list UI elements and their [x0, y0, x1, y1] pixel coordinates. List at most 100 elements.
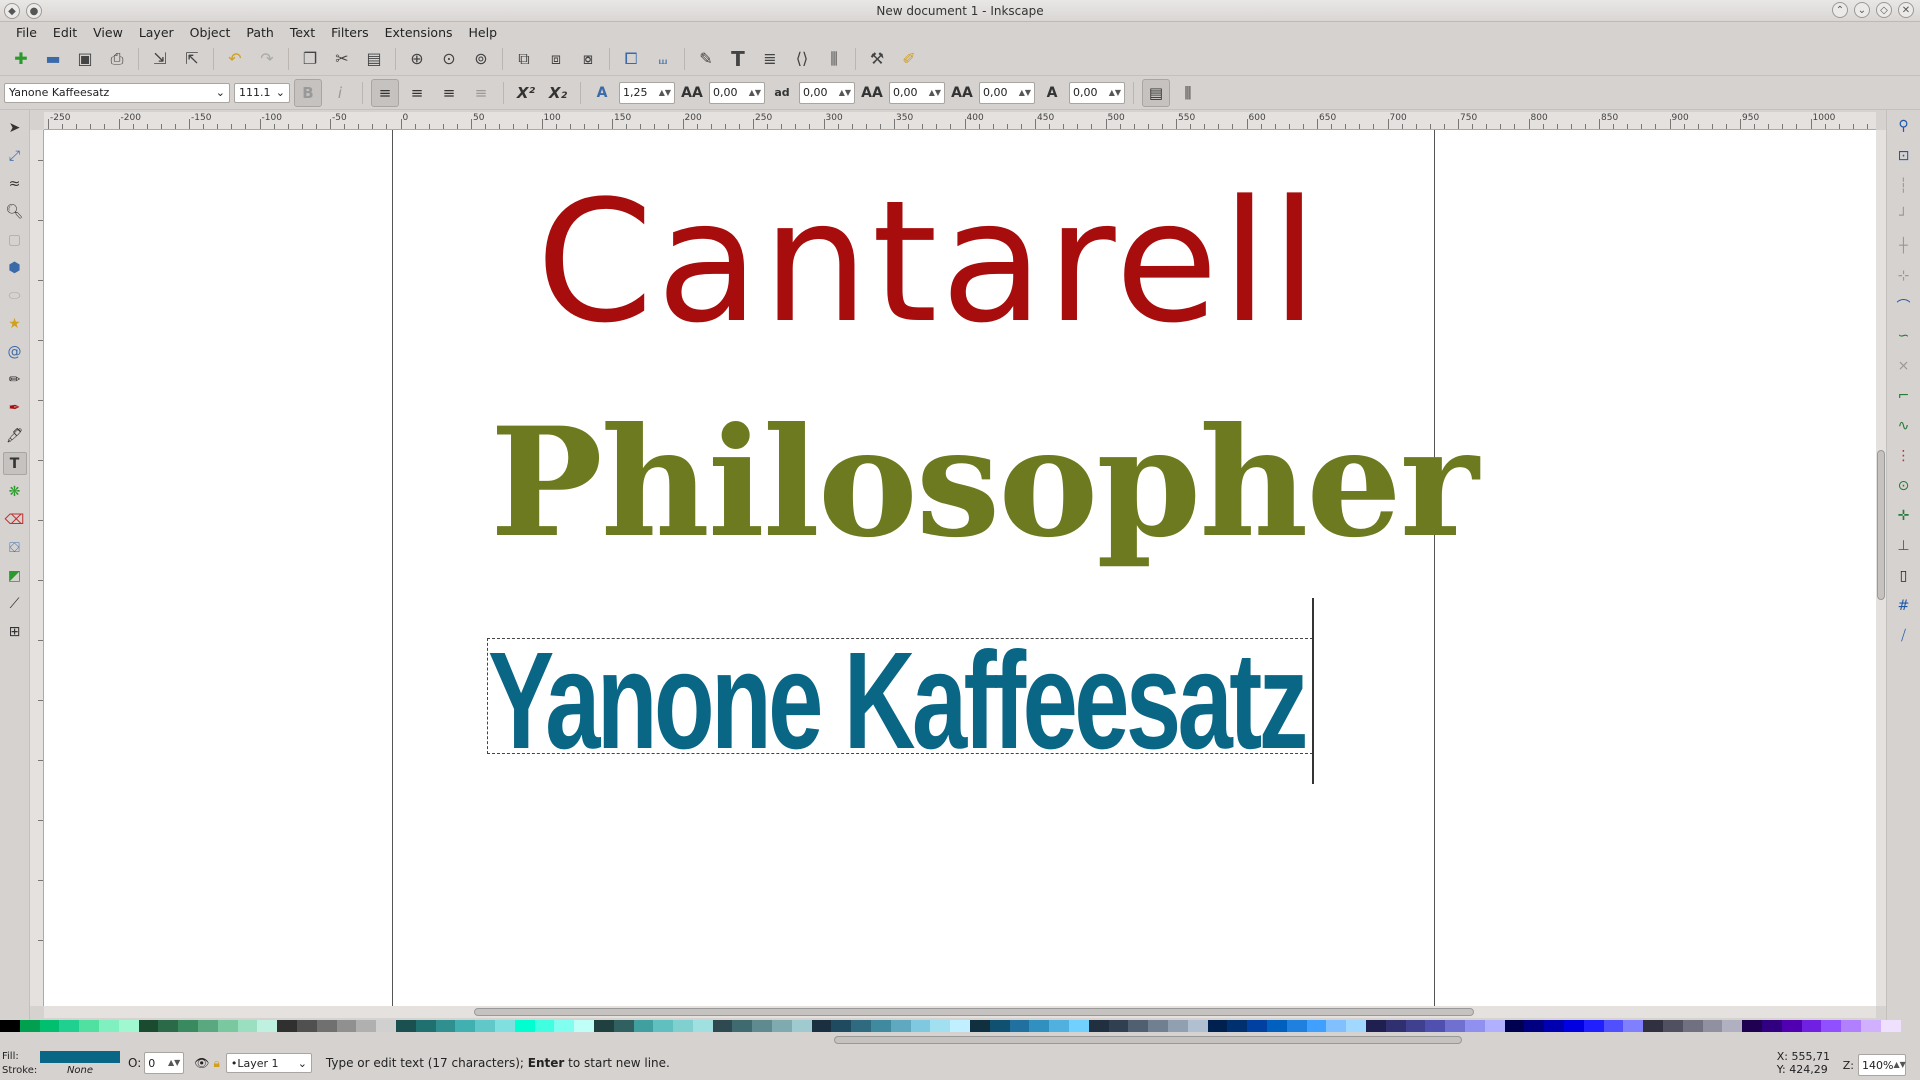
word-spacing-spinner[interactable]: 0,00 ▲▼	[799, 81, 855, 104]
align-right-button[interactable]: ≡	[435, 79, 463, 107]
group-icon[interactable]: ⧠	[616, 45, 646, 73]
align-distribute-icon[interactable]: ⫼	[819, 45, 849, 73]
palette-swatch[interactable]	[1662, 1020, 1683, 1032]
clone-icon[interactable]: ⧈	[541, 45, 571, 73]
menu-edit[interactable]: Edit	[45, 25, 85, 40]
menu-text[interactable]: Text	[282, 25, 323, 40]
fill-stroke-icon[interactable]: ✎	[691, 45, 721, 73]
palette-swatch[interactable]	[435, 1020, 456, 1032]
palette-swatch[interactable]	[1088, 1020, 1109, 1032]
calligraphy-tool-icon[interactable]: 🖋︎	[3, 424, 27, 447]
font-size-select[interactable]: 111.1 ⌄	[234, 82, 290, 103]
palette-swatch[interactable]	[1187, 1020, 1208, 1032]
palette-swatch[interactable]	[98, 1020, 119, 1032]
shade-icon[interactable]: ⌃	[1832, 2, 1848, 18]
palette-swatch[interactable]	[475, 1020, 495, 1032]
palette-swatch[interactable]	[1860, 1020, 1881, 1032]
kerning-spinner[interactable]: 0,00 ▲▼	[889, 81, 945, 104]
subscript-button[interactable]: X₂	[544, 79, 572, 107]
palette-swatch[interactable]	[1009, 1020, 1030, 1032]
palette-swatch[interactable]	[494, 1020, 515, 1032]
snap-grid-icon[interactable]: #	[1891, 594, 1917, 618]
align-center-button[interactable]: ≡	[403, 79, 431, 107]
palette-swatch[interactable]	[1504, 1020, 1525, 1032]
bold-button[interactable]: B	[294, 78, 322, 107]
palette-swatch[interactable]	[1148, 1020, 1169, 1032]
zoom-page-icon[interactable]: ⊚	[466, 45, 496, 73]
snap-midpoint-icon[interactable]: ⋮	[1891, 444, 1917, 468]
palette-swatch[interactable]	[1702, 1020, 1723, 1032]
import-icon[interactable]: ⇲	[145, 45, 175, 73]
fill-swatch[interactable]	[40, 1050, 120, 1063]
palette-swatch[interactable]	[871, 1020, 891, 1032]
letter-spacing-spinner[interactable]: 0,00 ▲▼	[709, 81, 765, 104]
palette-swatch[interactable]	[653, 1020, 674, 1032]
palette-swatch[interactable]	[752, 1020, 773, 1032]
gradient-tool-icon[interactable]: ◩	[3, 564, 27, 587]
palette-scrollbar[interactable]	[0, 1034, 1920, 1046]
horizontal-ruler[interactable]: -250 -200 -150 -100 -50 0 50 100 150 200 250 300 350…	[44, 112, 1876, 130]
palette-swatch[interactable]	[1583, 1020, 1604, 1032]
palette-swatch[interactable]	[1346, 1020, 1366, 1032]
vertical-scroll-thumb[interactable]	[1877, 450, 1885, 600]
palette-swatch[interactable]	[415, 1020, 436, 1032]
justify-button[interactable]: ≡	[467, 79, 495, 107]
vertical-shift-spinner[interactable]: 0,00 ▲▼	[979, 81, 1035, 104]
palette-swatch[interactable]	[1841, 1020, 1861, 1032]
palette-swatch[interactable]	[1029, 1020, 1050, 1032]
node-tool-icon[interactable]: ⤢	[3, 144, 27, 167]
snap-smooth-icon[interactable]: ∿	[1891, 414, 1917, 438]
menu-layer[interactable]: Layer	[131, 25, 182, 40]
italic-button[interactable]: i	[326, 79, 354, 107]
palette-swatch[interactable]	[1227, 1020, 1248, 1032]
text-philosopher[interactable]: Philosopher	[490, 408, 1479, 558]
snap-nodes-icon[interactable]: ⌒	[1891, 294, 1917, 318]
palette-swatch[interactable]	[791, 1020, 812, 1032]
menu-file[interactable]: File	[8, 25, 45, 40]
new-document-icon[interactable]: ✚	[6, 45, 36, 73]
palette-swatch[interactable]	[0, 1020, 20, 1032]
rectangle-tool-icon[interactable]: ▢	[3, 228, 27, 251]
snap-enable-icon[interactable]: ⚲	[1891, 114, 1917, 138]
palette-swatch[interactable]	[1128, 1020, 1149, 1032]
palette-swatch[interactable]	[1445, 1020, 1465, 1032]
palette-swatch[interactable]	[970, 1020, 990, 1032]
palette-swatch[interactable]	[138, 1020, 159, 1032]
selector-tool-icon[interactable]: ➤	[3, 116, 27, 139]
palette-swatch[interactable]	[732, 1020, 753, 1032]
palette-swatch[interactable]	[1643, 1020, 1663, 1032]
palette-swatch[interactable]	[1722, 1020, 1743, 1032]
opacity-spinner[interactable]: 0 ▲▼	[144, 1052, 185, 1074]
duplicate-icon[interactable]: ⧉	[509, 45, 539, 73]
palette-swatch[interactable]	[554, 1020, 575, 1032]
palette-swatch[interactable]	[1781, 1020, 1802, 1032]
color-palette[interactable]	[0, 1020, 1901, 1032]
palette-swatch[interactable]	[1247, 1020, 1267, 1032]
menu-path[interactable]: Path	[238, 25, 281, 40]
palette-swatch[interactable]	[1464, 1020, 1485, 1032]
redo-icon[interactable]: ↷	[252, 45, 282, 73]
menu-object[interactable]: Object	[182, 25, 239, 40]
palette-swatch[interactable]	[950, 1020, 971, 1032]
paint-bucket-tool-icon[interactable]: ⛋	[3, 536, 27, 559]
vertical-ruler[interactable]	[30, 130, 44, 1006]
palette-swatch[interactable]	[1761, 1020, 1782, 1032]
spiral-tool-icon[interactable]: @	[3, 340, 27, 363]
palette-swatch[interactable]	[1385, 1020, 1406, 1032]
snap-cusp-icon[interactable]: ⌐	[1891, 384, 1917, 408]
palette-swatch[interactable]	[19, 1020, 40, 1032]
palette-swatch[interactable]	[1623, 1020, 1644, 1032]
palette-swatch[interactable]	[79, 1020, 99, 1032]
text-tool-icon[interactable]: T	[2, 452, 27, 475]
menu-filters[interactable]: Filters	[323, 25, 376, 40]
app-menu-icon[interactable]: ◆	[4, 3, 20, 19]
palette-swatch[interactable]	[217, 1020, 238, 1032]
palette-swatch[interactable]	[257, 1020, 278, 1032]
font-family-select[interactable]: Yanone Kaffeesatz ⌄	[4, 82, 230, 103]
palette-swatch[interactable]	[1603, 1020, 1624, 1032]
palette-swatch[interactable]	[593, 1020, 614, 1032]
palette-swatch[interactable]	[296, 1020, 317, 1032]
palette-swatch[interactable]	[1801, 1020, 1822, 1032]
snap-path-icon[interactable]: ∽	[1891, 324, 1917, 348]
tweak-tool-icon[interactable]: ≈	[3, 172, 27, 195]
